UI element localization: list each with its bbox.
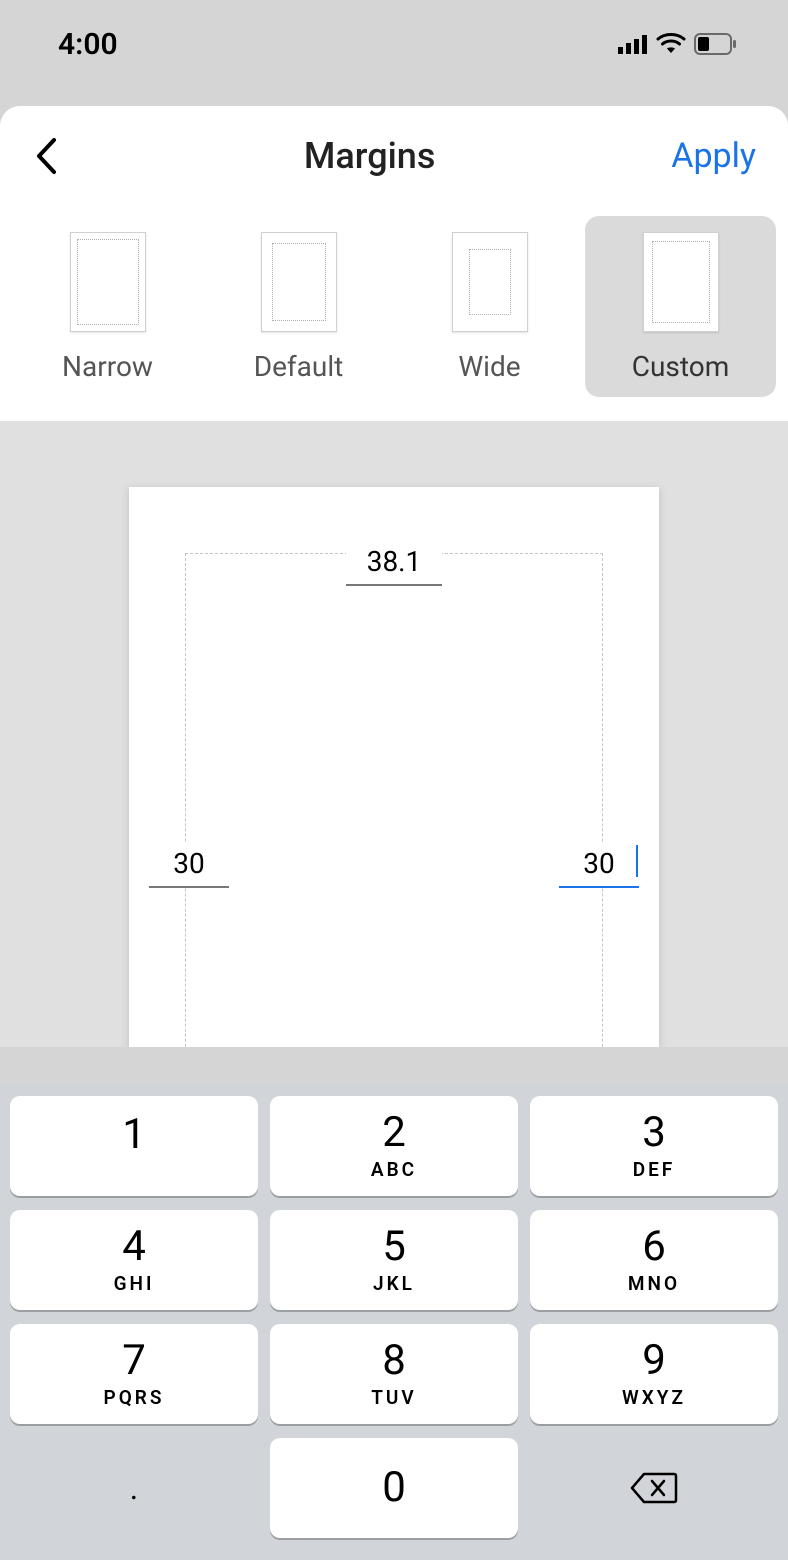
chevron-left-icon (35, 137, 57, 175)
margin-left-input[interactable]: 30 (149, 843, 229, 888)
apply-button[interactable]: Apply (671, 136, 756, 176)
key-1[interactable]: 1 (10, 1096, 258, 1196)
preset-default-label: Default (254, 350, 344, 383)
preset-wide-label: Wide (458, 350, 520, 383)
text-caret (636, 845, 638, 877)
navigation-header: Margins Apply (0, 106, 788, 198)
page-preview: 38.1 30 30 (129, 487, 659, 1047)
key-9[interactable]: 9 WXYZ (530, 1324, 778, 1424)
key-2[interactable]: 2 ABC (270, 1096, 518, 1196)
status-time: 4:00 (58, 27, 118, 62)
key-8[interactable]: 8 TUV (270, 1324, 518, 1424)
margin-top-input[interactable]: 38.1 (346, 541, 442, 586)
key-4[interactable]: 4 GHI (10, 1210, 258, 1310)
preset-custom-label: Custom (632, 350, 730, 383)
preset-narrow[interactable]: Narrow (12, 216, 203, 397)
preset-default-thumb (261, 232, 337, 332)
status-icons (618, 33, 738, 55)
page-title: Margins (304, 135, 435, 177)
key-backspace[interactable] (530, 1438, 778, 1538)
margin-presets: Narrow Default Wide Custom (0, 198, 788, 421)
key-6[interactable]: 6 MNO (530, 1210, 778, 1310)
key-5[interactable]: 5 JKL (270, 1210, 518, 1310)
status-bar: 4:00 (0, 0, 788, 88)
key-3[interactable]: 3 DEF (530, 1096, 778, 1196)
preset-wide-thumb (452, 232, 528, 332)
preset-custom[interactable]: Custom (585, 216, 776, 397)
wifi-icon (656, 33, 686, 55)
page-preview-area: 38.1 30 30 (0, 421, 788, 1047)
preset-narrow-label: Narrow (62, 350, 153, 383)
margins-sheet: Margins Apply Narrow Default Wide Custom (0, 106, 788, 421)
margin-guide-box (185, 553, 603, 1047)
backspace-icon (630, 1470, 678, 1506)
battery-icon (694, 33, 738, 55)
key-0[interactable]: 0 (270, 1438, 518, 1538)
preset-narrow-thumb (70, 232, 146, 332)
margin-right-input[interactable]: 30 (559, 843, 639, 888)
key-period[interactable]: . (10, 1438, 258, 1538)
back-button[interactable] (24, 134, 68, 178)
preset-wide[interactable]: Wide (394, 216, 585, 397)
preset-default[interactable]: Default (203, 216, 394, 397)
numeric-keyboard: 1 2 ABC 3 DEF 4 GHI 5 JKL 6 MNO 7 PQRS (0, 1084, 788, 1560)
key-7[interactable]: 7 PQRS (10, 1324, 258, 1424)
cellular-signal-icon (618, 34, 648, 54)
preset-custom-thumb (643, 232, 719, 332)
